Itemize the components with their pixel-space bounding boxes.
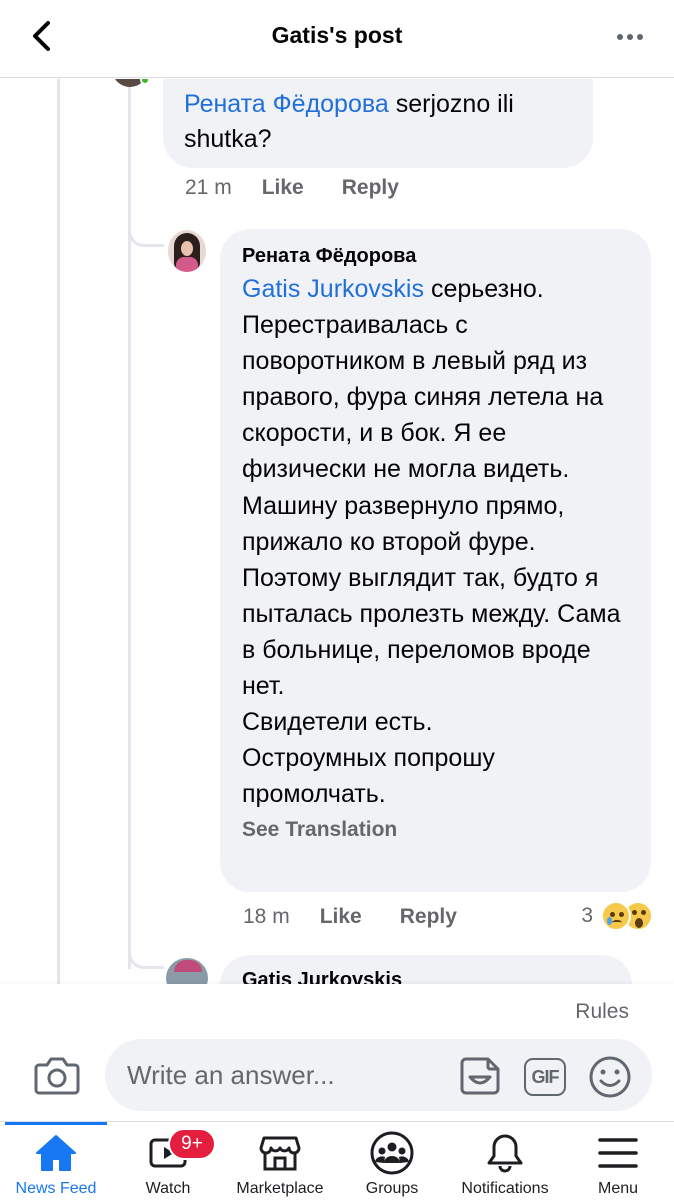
groups-icon: [368, 1130, 416, 1176]
comment-bubble[interactable]: Gatis Jurkovskis: [220, 955, 632, 984]
reply-connector: [128, 941, 164, 969]
comment-time: 18 m: [243, 905, 290, 928]
tab-notifications[interactable]: Notifications: [450, 1122, 560, 1200]
comment-actions: 21 m Like Reply: [185, 176, 437, 200]
tab-menu[interactable]: Menu: [567, 1122, 669, 1200]
see-translation-link[interactable]: See Translation: [242, 818, 630, 842]
tab-groups[interactable]: Groups: [341, 1122, 443, 1200]
camera-button[interactable]: [33, 1053, 81, 1097]
tab-label: Watch: [145, 1180, 191, 1197]
like-button[interactable]: Like: [262, 176, 304, 200]
answer-input[interactable]: [127, 1059, 447, 1091]
reaction-summary[interactable]: 3: [581, 901, 653, 931]
menu-icon: [594, 1130, 642, 1176]
like-button[interactable]: Like: [320, 905, 362, 929]
emoji-button[interactable]: [588, 1055, 632, 1099]
home-icon: [32, 1130, 80, 1176]
gif-button[interactable]: GIF: [524, 1058, 566, 1096]
comment-thread[interactable]: Рената Фёдорова serjozno ili shutka? 21 …: [0, 79, 674, 984]
sticker-icon: [460, 1057, 500, 1095]
comment-author[interactable]: Рената Фёдорова: [242, 243, 630, 269]
tab-news-feed[interactable]: News Feed: [5, 1122, 107, 1200]
reply-connector: [128, 219, 164, 247]
marketplace-icon: [256, 1130, 304, 1176]
comment-composer: Rules GIF: [0, 984, 674, 1121]
tab-label: Notifications: [461, 1180, 549, 1197]
notification-badge: 9+: [168, 1128, 216, 1160]
tab-label: News Feed: [15, 1180, 97, 1197]
sticker-button[interactable]: [458, 1055, 502, 1097]
thread-line: [57, 79, 60, 984]
bell-icon: [481, 1130, 529, 1176]
avatar[interactable]: [166, 958, 208, 984]
comment-bubble[interactable]: Рената Фёдорова Gatis Jurkovskis серьезн…: [220, 229, 651, 892]
camera-icon: [34, 1057, 80, 1095]
comment-text: серьезно. Перестраивалась с поворотником…: [242, 275, 621, 809]
tab-label: Menu: [597, 1180, 639, 1197]
reply-thread-line: [128, 249, 131, 969]
smiley-icon: [589, 1056, 631, 1098]
comment-time: 21 m: [185, 176, 232, 199]
reply-button[interactable]: Reply: [400, 905, 457, 929]
answer-box: GIF: [105, 1039, 652, 1111]
bottom-navigation: News Feed Watch 9+ Marketplace Groups No…: [0, 1121, 674, 1200]
comment-actions: 18 m Like Reply 3: [243, 901, 653, 931]
comment-bubble[interactable]: Рената Фёдорова serjozno ili shutka?: [163, 79, 593, 168]
comment-author[interactable]: Gatis Jurkovskis: [242, 969, 611, 984]
tab-label: Groups: [365, 1180, 419, 1197]
more-dots-icon: [617, 34, 623, 40]
tab-label: Marketplace: [236, 1180, 324, 1197]
online-status-dot: [140, 79, 150, 85]
top-bar: Gatis's post: [0, 0, 674, 78]
mention-link[interactable]: Рената Фёдорова: [184, 90, 389, 118]
mention-link[interactable]: Gatis Jurkovskis: [242, 275, 424, 303]
page-title: Gatis's post: [271, 22, 403, 48]
sad-reaction-icon: [601, 901, 631, 931]
avatar[interactable]: [168, 230, 206, 272]
rules-link[interactable]: Rules: [575, 1000, 629, 1024]
tab-marketplace[interactable]: Marketplace: [229, 1122, 331, 1200]
reply-button[interactable]: Reply: [342, 176, 399, 200]
more-options-button[interactable]: [610, 22, 650, 52]
reaction-count: 3: [581, 904, 593, 927]
